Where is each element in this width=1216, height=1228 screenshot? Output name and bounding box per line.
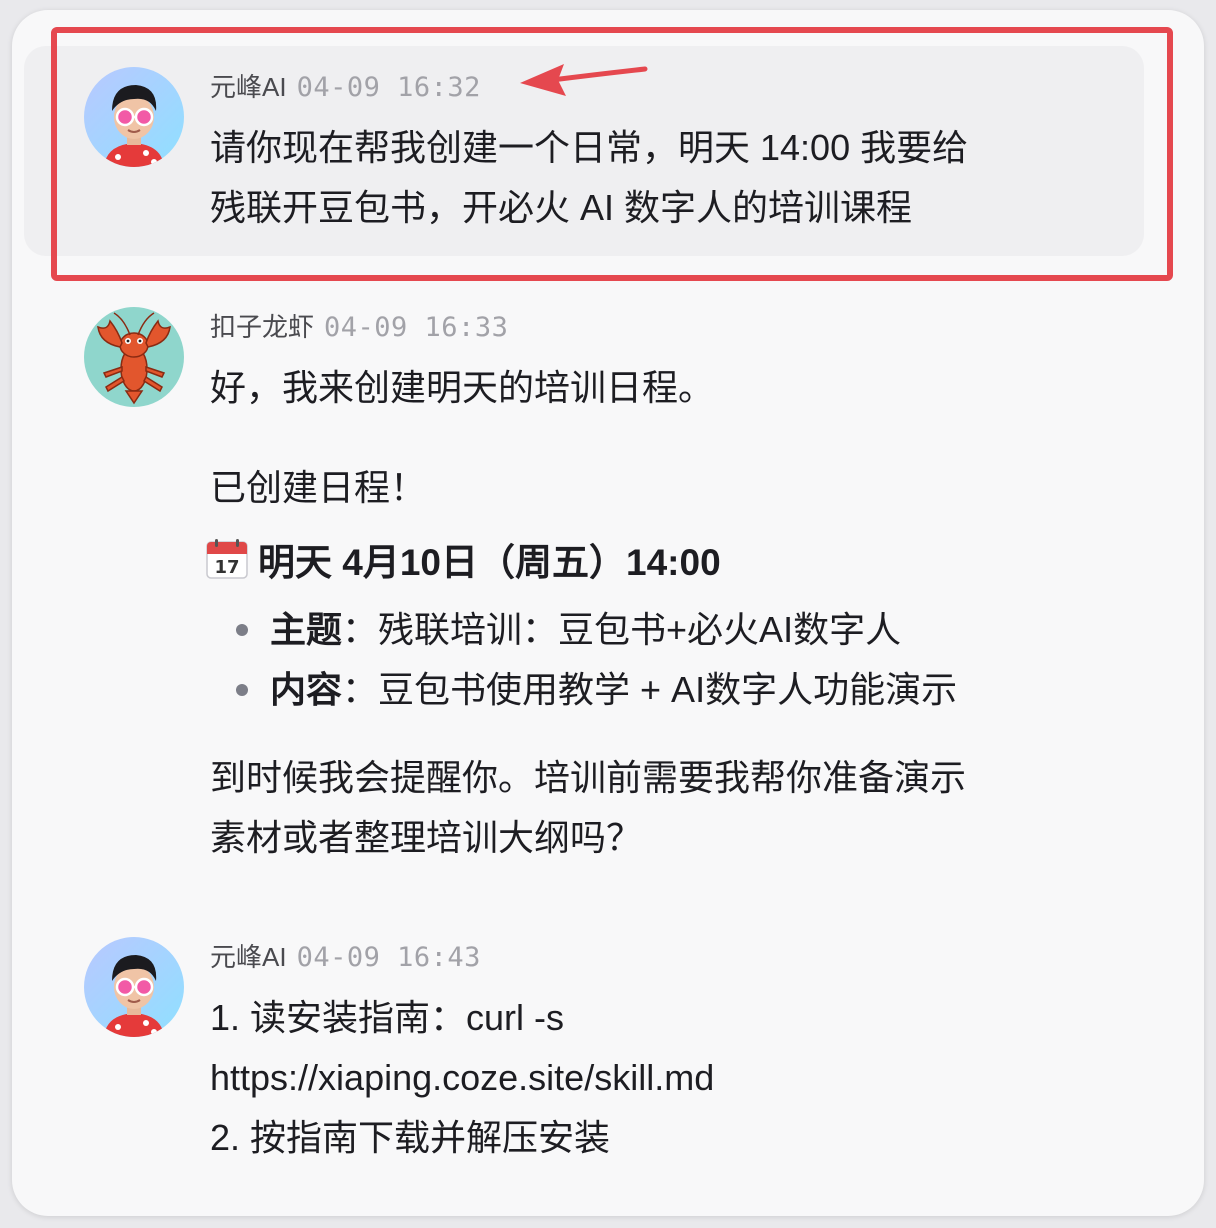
man-with-glasses-avatar-icon: [84, 937, 184, 1037]
message-text-line: 请你现在帮我创建一个日常，明天 14:00 我要给: [210, 127, 969, 168]
svg-text:17: 17: [214, 557, 239, 578]
message-time: 04-09 16:33: [324, 312, 509, 343]
message-text-line: 已创建日程！: [210, 467, 427, 508]
avatar[interactable]: [84, 937, 184, 1037]
detail-label: 内容: [270, 669, 343, 710]
detail-value: 残联培训：豆包书+必火AI数字人: [378, 609, 902, 650]
lobster-avatar-icon: [84, 307, 184, 407]
message-meta: 扣子龙虾 04-09 16:33: [210, 312, 508, 343]
avatar[interactable]: [84, 307, 184, 407]
message-meta: 元峰AI 04-09 16:32: [210, 72, 481, 103]
chat-panel: 元峰AI 04-09 16:32 请你现在帮我创建一个日常，明天 14:00 我要…: [12, 10, 1204, 1216]
avatar[interactable]: [84, 67, 184, 167]
man-with-glasses-avatar-icon: [84, 67, 184, 167]
message-text-line: 1. 读安装指南：curl -s: [210, 997, 565, 1038]
message-text-line[interactable]: https://xiaping.coze.site/skill.md: [210, 1048, 714, 1108]
detail-value: 豆包书使用教学 + AI数字人功能演示: [378, 669, 958, 710]
list-item: 主题：残联培训：豆包书+必火AI数字人: [220, 600, 957, 660]
message-text-line: 到时候我会提醒你。培训前需要我帮你准备演示: [210, 757, 967, 798]
schedule-title: 17 明天 4月10日（周五）14:00: [206, 538, 721, 592]
sender-name: 元峰AI: [210, 942, 287, 972]
message-text-line: 好，我来创建明天的培训日程。: [210, 367, 715, 408]
message-text-line: 素材或者整理培训大纲吗？: [210, 817, 643, 858]
schedule-details-list: 主题：残联培训：豆包书+必火AI数字人 内容：豆包书使用教学 + AI数字人功能…: [220, 600, 957, 720]
message-meta: 元峰AI 04-09 16:43: [210, 942, 481, 973]
message-text-line: 残联开豆包书，开必火 AI 数字人的培训课程: [210, 187, 913, 228]
sender-name: 扣子龙虾: [210, 312, 315, 342]
message-text-line: 2. 按指南下载并解压安装: [210, 1117, 611, 1158]
calendar-icon: 17: [206, 539, 248, 592]
message-time: 04-09 16:43: [296, 942, 481, 973]
list-item: 内容：豆包书使用教学 + AI数字人功能演示: [220, 660, 957, 720]
detail-label: 主题: [270, 609, 343, 650]
schedule-title-text: 明天 4月10日（周五）14:00: [258, 542, 721, 583]
message-time: 04-09 16:32: [296, 72, 481, 103]
sender-name: 元峰AI: [210, 72, 287, 102]
